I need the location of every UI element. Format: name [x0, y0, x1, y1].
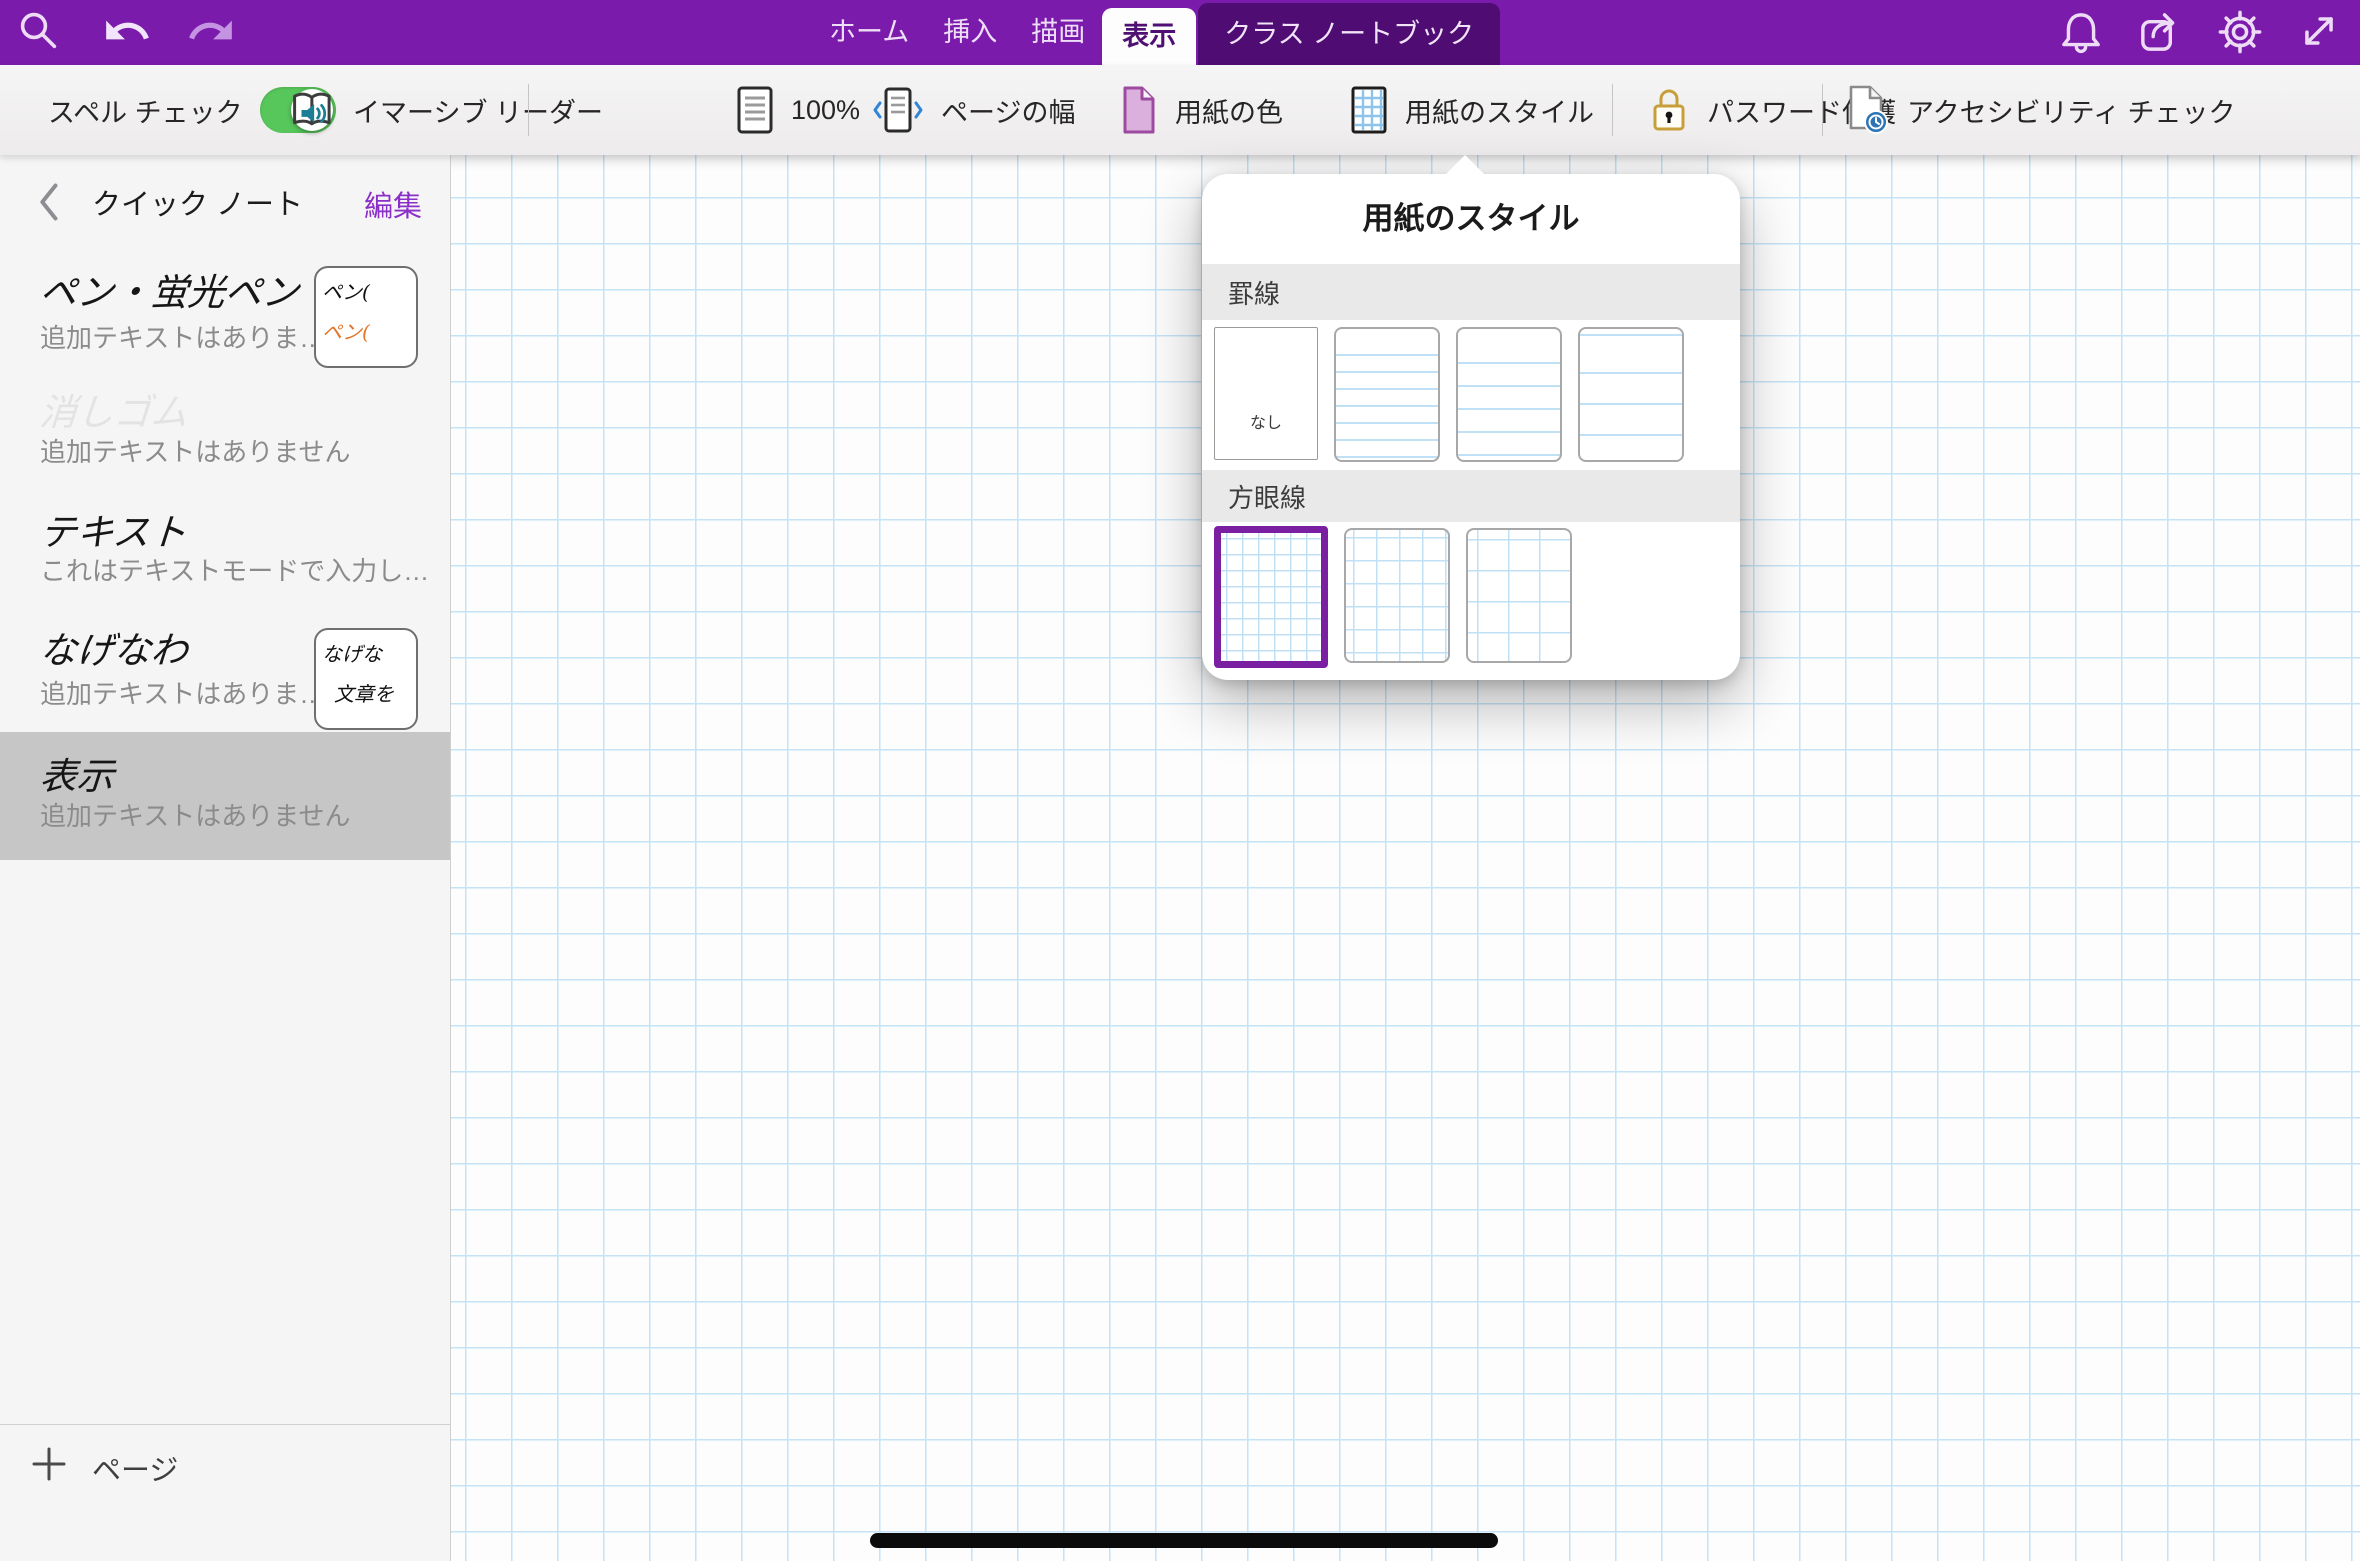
- toolbar-divider: [1822, 84, 1823, 136]
- accessibility-check-button[interactable]: アクセシビリティ チェック: [1846, 65, 2236, 155]
- paper-option-ruled-medium[interactable]: [1456, 327, 1562, 462]
- page-list-item[interactable]: ペン・蛍光ペン 追加テキストはありま… ペン( ペン(: [0, 250, 450, 380]
- onenote-app-window: ホーム 挿入 描画 表示 クラス ノートブック: [0, 0, 2360, 1561]
- immersive-reader-button[interactable]: イマーシブ リーダー: [290, 65, 603, 155]
- immersive-reader-icon: [290, 88, 336, 132]
- share-icon[interactable]: [2136, 8, 2184, 56]
- top-app-bar: ホーム 挿入 描画 表示 クラス ノートブック: [0, 0, 2360, 65]
- redo-icon[interactable]: [186, 6, 234, 54]
- page-subtitle: 追加テキストはありません: [40, 432, 350, 469]
- grid-section-header: 方眼線: [1202, 470, 1740, 522]
- page-thumbnail: なげな 文章を: [314, 628, 418, 730]
- page-list-item[interactable]: テキスト これはテキストモードで入力し…: [0, 500, 450, 612]
- paper-option-none[interactable]: なし: [1214, 327, 1318, 460]
- search-icon[interactable]: [16, 8, 64, 56]
- paper-style-button[interactable]: 用紙のスタイル: [1350, 65, 1594, 155]
- paper-option-grid-medium[interactable]: [1344, 528, 1450, 663]
- spell-check-label: スペル チェック: [48, 91, 243, 130]
- paper-color-button[interactable]: 用紙の色: [1120, 65, 1283, 155]
- accessibility-check-icon: [1846, 84, 1890, 136]
- page-title-handwritten: なげなわ: [38, 620, 190, 674]
- page-subtitle: 追加テキストはありま…: [40, 318, 325, 355]
- ribbon-tabs: ホーム 挿入 描画 表示 クラス ノートブック: [812, 0, 1500, 65]
- toolbar-divider: [528, 84, 529, 136]
- topbar-actions: [2058, 8, 2342, 56]
- sidebar-divider: [0, 1424, 450, 1425]
- popover-title: 用紙のスタイル: [1202, 174, 1740, 265]
- page-subtitle: 追加テキストはありません: [40, 796, 350, 833]
- none-option-label: なし: [1215, 409, 1317, 433]
- ruled-options-row: なし: [1214, 327, 1684, 462]
- tab-home[interactable]: ホーム: [812, 0, 926, 65]
- add-page-button[interactable]: ページ: [0, 1431, 450, 1501]
- page-list-sidebar: クイック ノート 編集 ペン・蛍光ペン 追加テキストはありま… ペン( ペン( …: [0, 155, 451, 1561]
- paper-color-icon: [1120, 85, 1158, 135]
- page-thumbnail: ペン( ペン(: [314, 266, 418, 368]
- undo-icon[interactable]: [102, 6, 150, 54]
- paper-color-label: 用紙の色: [1175, 91, 1283, 130]
- paper-style-popover: 用紙のスタイル 罫線 なし 方眼線: [1202, 174, 1740, 680]
- page-subtitle: 追加テキストはありま…: [40, 674, 325, 711]
- thumb-ink-line: ペン(: [322, 312, 410, 352]
- paper-option-ruled-narrow[interactable]: [1334, 327, 1440, 462]
- page-width-button[interactable]: ページの幅: [872, 65, 1075, 155]
- thumb-ink-line: 文章を: [334, 674, 410, 714]
- thumb-ink-line: ペン(: [322, 272, 410, 312]
- zoom-document-icon: [736, 85, 774, 135]
- settings-icon[interactable]: [2216, 8, 2264, 56]
- immersive-reader-label: イマーシブ リーダー: [353, 91, 603, 130]
- add-page-label: ページ: [92, 1447, 178, 1489]
- page-subtitle: これはテキストモードで入力し…: [40, 551, 429, 588]
- view-ribbon-toolbar: スペル チェック イマーシブ リーダー 100%: [0, 65, 2360, 155]
- toolbar-divider: [1612, 84, 1613, 136]
- tab-view[interactable]: 表示: [1102, 8, 1196, 65]
- page-list-item[interactable]: 消しゴム 追加テキストはありません: [0, 380, 450, 500]
- edit-button[interactable]: 編集: [364, 183, 422, 225]
- page-list-item-selected[interactable]: 表示 追加テキストはありません: [0, 732, 450, 860]
- grid-options-row: [1214, 528, 1572, 668]
- paper-style-label: 用紙のスタイル: [1405, 91, 1594, 130]
- paper-style-icon: [1350, 85, 1388, 135]
- zoom-button[interactable]: 100%: [736, 65, 860, 155]
- ruled-section-header: 罫線: [1202, 264, 1740, 320]
- tab-insert[interactable]: 挿入: [926, 0, 1014, 65]
- paper-option-grid-small-selected[interactable]: [1214, 526, 1328, 668]
- page-list-item[interactable]: なげなわ 追加テキストはありま… なげな 文章を: [0, 612, 450, 732]
- lock-icon: [1648, 85, 1690, 135]
- paper-option-grid-large[interactable]: [1466, 528, 1572, 663]
- plus-icon: [28, 1443, 70, 1485]
- page-width-label: ページの幅: [941, 91, 1075, 130]
- accessibility-check-label: アクセシビリティ チェック: [1907, 91, 2236, 130]
- fullscreen-icon[interactable]: [2296, 8, 2342, 56]
- paper-option-ruled-wide[interactable]: [1578, 327, 1684, 462]
- page-title-handwritten: 消しゴム: [38, 382, 190, 436]
- page-title-handwritten: 表示: [38, 746, 116, 800]
- page-width-icon: [872, 85, 924, 135]
- tab-class-notebook[interactable]: クラス ノートブック: [1198, 3, 1500, 65]
- tab-draw[interactable]: 描画: [1014, 0, 1102, 65]
- notebook-section-title: クイック ノート: [60, 181, 335, 223]
- zoom-level-label: 100%: [791, 95, 860, 126]
- page-title-handwritten: テキスト: [38, 502, 189, 556]
- thumb-ink-line: なげな: [322, 634, 410, 674]
- notifications-icon[interactable]: [2058, 8, 2104, 56]
- page-title-handwritten: ペン・蛍光ペン: [38, 262, 301, 316]
- home-indicator-bar[interactable]: [870, 1533, 1498, 1548]
- popover-arrow: [1445, 155, 1485, 175]
